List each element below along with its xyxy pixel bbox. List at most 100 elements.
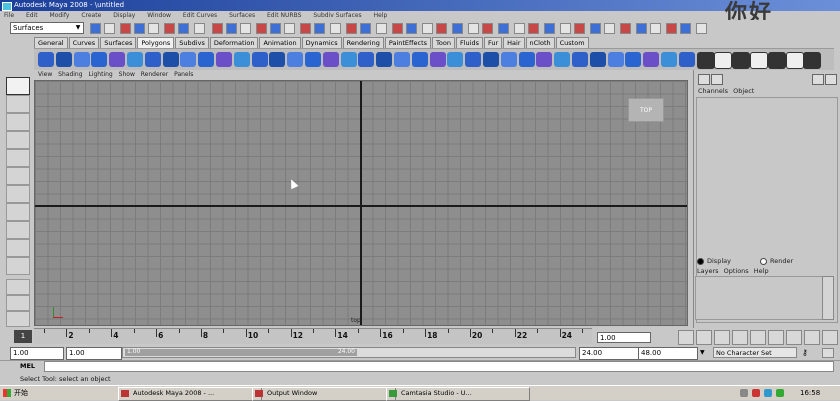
panel-menu-renderer[interactable]: Renderer [141, 71, 168, 78]
polygon-shelf-tool-icon[interactable] [144, 52, 161, 67]
status-tool-icon[interactable] [376, 23, 387, 34]
polygon-shelf-tool-icon[interactable] [678, 52, 695, 67]
tray-volume-icon[interactable] [764, 389, 772, 397]
playback-button-icon[interactable] [696, 330, 712, 345]
status-tool-icon[interactable] [300, 23, 311, 34]
playback-button-icon[interactable] [750, 330, 766, 345]
polygon-shelf-tool-icon[interactable] [127, 52, 143, 67]
tab-fluids[interactable]: Fluids [455, 37, 483, 48]
polygon-shelf-tool-icon[interactable] [465, 52, 482, 67]
range-slider-handle[interactable]: 1.00 24.00 [125, 348, 357, 356]
character-set-field[interactable]: No Character Set [713, 347, 797, 358]
layer-help-menu[interactable]: Help [754, 267, 769, 275]
status-tool-icon[interactable] [164, 23, 175, 34]
mel-label[interactable]: MEL [20, 361, 35, 372]
menu-file[interactable]: File [4, 12, 14, 19]
tab-subdivs[interactable]: Subdivs [175, 37, 209, 48]
options-menu[interactable]: Options [724, 267, 749, 275]
polygon-shelf-tool-icon[interactable] [643, 52, 660, 67]
tab-rendering[interactable]: Rendering [342, 37, 384, 48]
universal-manipulator-icon[interactable] [6, 185, 30, 203]
polygon-shelf-tool-icon[interactable] [750, 52, 768, 69]
tab-custom[interactable]: Custom [555, 37, 589, 48]
polygon-shelf-tool-icon[interactable] [696, 52, 715, 69]
polygon-shelf-tool-icon[interactable] [251, 52, 268, 67]
layout-preset-icon[interactable] [6, 311, 30, 327]
panel-menu-view[interactable]: View [38, 71, 52, 78]
tray-record-icon[interactable] [776, 389, 784, 397]
playback-button-icon[interactable] [786, 330, 802, 345]
polygon-shelf-tool-icon[interactable] [287, 52, 304, 67]
status-tool-icon[interactable] [452, 23, 463, 34]
polygon-shelf-tool-icon[interactable] [180, 52, 197, 67]
polygon-shelf-tool-icon[interactable] [91, 52, 108, 67]
status-tool-icon[interactable] [620, 23, 631, 34]
tab-surfaces[interactable]: Surfaces [100, 37, 137, 48]
last-tool-icon[interactable] [6, 239, 30, 257]
tab-dynamics[interactable]: Dynamics [301, 37, 342, 48]
panel-menu-shading[interactable]: Shading [58, 71, 82, 78]
panel-menu-panels[interactable]: Panels [174, 71, 193, 78]
polygon-shelf-tool-icon[interactable] [38, 52, 54, 67]
playback-button-icon[interactable] [714, 330, 730, 345]
status-tool-icon[interactable] [528, 23, 539, 34]
menu-set-selector[interactable]: Surfaces ▼ [10, 22, 84, 34]
range-slider[interactable]: 1.00 24.00 [122, 347, 576, 358]
view-cube[interactable]: TOP [628, 98, 664, 122]
tab-toon[interactable]: Toon [432, 37, 455, 48]
polygon-shelf-tool-icon[interactable] [714, 52, 733, 69]
status-tool-icon[interactable] [194, 23, 205, 34]
status-tool-icon[interactable] [104, 23, 115, 34]
status-tool-icon[interactable] [498, 23, 509, 34]
tab-ncloth[interactable]: nCloth [525, 37, 555, 48]
tab-painteffects[interactable]: PaintEffects [384, 37, 432, 48]
polygon-shelf-tool-icon[interactable] [572, 52, 588, 67]
playback-button-icon[interactable] [678, 330, 694, 345]
soft-mod-tool-icon[interactable] [6, 203, 30, 221]
time-slider[interactable]: 2 4 6 8 10 12 14 16 18 20 22 24 [34, 328, 592, 344]
status-tool-icon[interactable] [90, 23, 101, 34]
display-radio[interactable]: Display [697, 257, 731, 265]
tab-fur[interactable]: Fur [483, 37, 503, 48]
polygon-shelf-tool-icon[interactable] [625, 52, 642, 67]
polygon-shelf-tool-icon[interactable] [732, 52, 751, 69]
status-tool-icon[interactable] [636, 23, 647, 34]
start-button[interactable]: 开始 [2, 387, 48, 399]
status-tool-icon[interactable] [482, 23, 493, 34]
polygon-shelf-tool-icon[interactable] [198, 52, 215, 67]
menu-modify[interactable]: Modify [50, 12, 70, 19]
polygon-shelf-tool-icon[interactable] [269, 52, 286, 67]
status-tool-icon[interactable] [680, 23, 691, 34]
polygon-shelf-tool-icon[interactable] [162, 52, 179, 67]
polygon-shelf-tool-icon[interactable] [340, 52, 357, 67]
status-tool-icon[interactable] [314, 23, 325, 34]
task-output-window[interactable]: Output Window [252, 387, 396, 401]
status-tool-icon[interactable] [544, 23, 555, 34]
attribute-editor-icon[interactable] [711, 74, 723, 85]
menu-help[interactable]: Help [374, 12, 388, 19]
polygon-shelf-tool-icon[interactable] [661, 52, 677, 67]
tab-curves[interactable]: Curves [68, 37, 100, 48]
tab-general[interactable]: General [34, 37, 68, 48]
status-tool-icon[interactable] [590, 23, 601, 34]
expand-panel-icon[interactable] [825, 74, 837, 85]
status-tool-icon[interactable] [120, 23, 131, 34]
move-tool-icon[interactable] [6, 131, 30, 149]
polygon-shelf-tool-icon[interactable] [109, 52, 126, 67]
status-tool-icon[interactable] [256, 23, 267, 34]
polygon-shelf-tool-icon[interactable] [589, 52, 606, 67]
status-tool-icon[interactable] [178, 23, 189, 34]
polygon-shelf-tool-icon[interactable] [358, 52, 375, 67]
polygon-shelf-tool-icon[interactable] [767, 52, 786, 69]
status-tool-icon[interactable] [346, 23, 357, 34]
scale-tool-icon[interactable] [6, 167, 30, 185]
playback-end-field[interactable]: 48.00 [638, 347, 698, 360]
current-time-field[interactable]: 1.00 [597, 332, 651, 343]
playback-button-icon[interactable] [822, 330, 838, 345]
layer-scrollbar[interactable] [822, 276, 834, 320]
rotate-tool-icon[interactable] [6, 149, 30, 167]
top-viewport[interactable]: TOP top [34, 80, 688, 326]
tab-deformation[interactable]: Deformation [209, 37, 259, 48]
menu-edit[interactable]: Edit [26, 12, 38, 19]
lasso-tool-icon[interactable] [6, 95, 30, 113]
